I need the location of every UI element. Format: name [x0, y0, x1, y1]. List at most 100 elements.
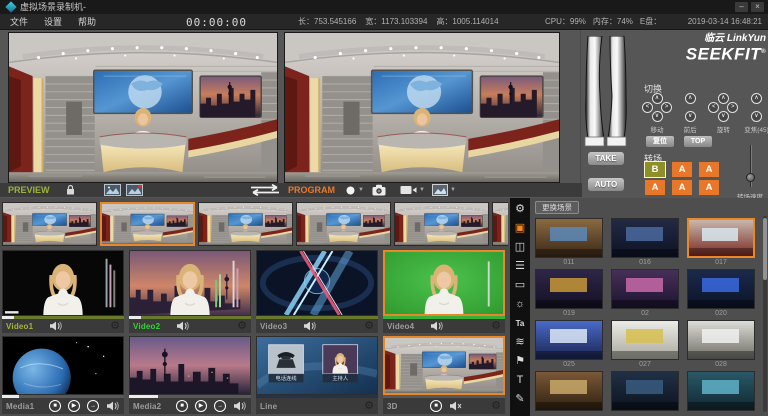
- pen-icon[interactable]: ✎: [510, 390, 530, 409]
- light-icon[interactable]: ☼: [510, 295, 530, 314]
- transition-button-3[interactable]: A: [699, 162, 719, 177]
- close-button[interactable]: ×: [751, 2, 764, 12]
- source-video-Media1[interactable]: [2, 336, 124, 395]
- subtitle-icon[interactable]: Ta: [510, 314, 530, 333]
- minimize-button[interactable]: –: [735, 2, 748, 12]
- scene-thumbnail[interactable]: [535, 371, 603, 411]
- source-tile-3D[interactable]: 3D ■ ⚙: [383, 336, 505, 414]
- scene-strip-thumb-4[interactable]: [296, 202, 391, 246]
- scene-item-025[interactable]: 025: [535, 320, 603, 369]
- scene-thumbnail[interactable]: [687, 218, 755, 258]
- flag-icon[interactable]: ⚑: [510, 352, 530, 371]
- menu-file[interactable]: 文件: [10, 14, 28, 30]
- scrollbar-thumb[interactable]: [763, 218, 767, 280]
- scene-item-028[interactable]: 028: [687, 320, 755, 369]
- seek-bar[interactable]: [2, 395, 124, 398]
- scene-item-020[interactable]: 020: [687, 269, 755, 318]
- scene-strip-thumb-1[interactable]: [2, 202, 97, 246]
- transition-speed-slider[interactable]: [746, 145, 755, 187]
- multiview-icon[interactable]: ◫: [510, 238, 530, 257]
- scene-scrollbar[interactable]: [763, 216, 767, 412]
- scene-strip-thumb-6[interactable]: [492, 202, 508, 246]
- mute-icon[interactable]: [449, 401, 462, 411]
- dpad-4-up-button[interactable]: ∧: [751, 93, 762, 104]
- speaker-icon[interactable]: [106, 401, 119, 411]
- gear-icon[interactable]: ⚙: [491, 400, 501, 412]
- picture-icon[interactable]: [432, 184, 448, 196]
- speaker-icon[interactable]: [233, 401, 246, 411]
- slider-knob[interactable]: [746, 173, 755, 182]
- top-button[interactable]: TOP: [684, 136, 712, 147]
- scene-thumbnail[interactable]: [535, 218, 603, 258]
- dpad-2-down-button[interactable]: ∨: [685, 111, 696, 122]
- scene-item-02[interactable]: 02: [611, 269, 679, 318]
- source-tile-Video2[interactable]: Video2 ⚙: [129, 250, 251, 333]
- scene-thumbnail[interactable]: [535, 320, 603, 360]
- dpad-3-up-button[interactable]: ∧: [718, 93, 729, 104]
- source-tile-Video4[interactable]: Video4 ⚙: [383, 250, 505, 333]
- swap-icon[interactable]: [246, 184, 284, 196]
- scene-strip-thumb-5[interactable]: [394, 202, 489, 246]
- dpad-3-right-button[interactable]: >: [727, 102, 738, 113]
- layers-icon[interactable]: ≋: [510, 333, 530, 352]
- scene-thumbnail[interactable]: [535, 269, 603, 309]
- source-video-3D[interactable]: [383, 336, 505, 395]
- speaker-icon[interactable]: [49, 321, 62, 331]
- source-tile-Video3[interactable]: Video3 ⚙: [256, 250, 378, 333]
- dpad-1-right-button[interactable]: >: [661, 102, 672, 113]
- scene-thumbnail[interactable]: [611, 269, 679, 309]
- gear-icon[interactable]: ⚙: [491, 320, 501, 332]
- lock-icon[interactable]: [66, 184, 75, 196]
- save-icon[interactable]: ▣: [510, 219, 530, 238]
- gear-icon[interactable]: ⚙: [110, 320, 120, 332]
- source-video-Video2[interactable]: [129, 250, 251, 316]
- dpad-1-left-button[interactable]: <: [642, 102, 653, 113]
- source-tile-Media2[interactable]: Media2 ■▶→: [129, 336, 251, 414]
- loop-button[interactable]: →: [214, 400, 226, 412]
- dpad-3-down-button[interactable]: ∨: [718, 111, 729, 122]
- scene-item-r4-9[interactable]: [535, 371, 603, 416]
- snapshot-live-icon[interactable]: [126, 184, 143, 196]
- scene-thumbnail[interactable]: [687, 269, 755, 309]
- snapshot-icon[interactable]: [104, 184, 121, 196]
- menu-help[interactable]: 帮助: [78, 14, 96, 30]
- picture-caret-icon[interactable]: ▼: [450, 187, 456, 193]
- stop-button[interactable]: ■: [430, 400, 442, 412]
- source-tile-Video1[interactable]: Video1 ⚙: [2, 250, 124, 333]
- transition-button-2[interactable]: A: [672, 162, 692, 177]
- scene-item-017[interactable]: 017: [687, 218, 755, 267]
- scene-thumbnail[interactable]: [687, 371, 755, 411]
- source-video-Line[interactable]: 电话连线 主持人: [256, 336, 378, 395]
- source-tile-Media1[interactable]: Media1 ■▶→: [2, 336, 124, 414]
- take-button[interactable]: TAKE: [588, 152, 624, 165]
- auto-button[interactable]: AUTO: [588, 178, 624, 191]
- gear-icon[interactable]: ⚙: [364, 320, 374, 332]
- scene-item-r4-10[interactable]: [611, 371, 679, 416]
- record-icon[interactable]: [346, 186, 356, 195]
- scene-item-r4-11[interactable]: [687, 371, 755, 416]
- transition-button-1[interactable]: B: [645, 162, 665, 177]
- dpad-1-up-button[interactable]: ∧: [652, 93, 663, 104]
- scene-strip-thumb-2[interactable]: [100, 202, 195, 246]
- seek-bar[interactable]: [256, 395, 378, 398]
- gear-icon[interactable]: ⚙: [237, 320, 247, 332]
- seek-bar[interactable]: [383, 395, 505, 398]
- scene-item-019[interactable]: 019: [535, 269, 603, 318]
- scene-thumbnail[interactable]: [611, 218, 679, 258]
- seek-bar[interactable]: [383, 316, 505, 319]
- scene-thumbnail[interactable]: [687, 320, 755, 360]
- transition-button-4[interactable]: A: [645, 180, 665, 195]
- loop-button[interactable]: →: [87, 400, 99, 412]
- stream-icon[interactable]: [400, 185, 417, 195]
- tab-change-scene[interactable]: 更换场景: [535, 201, 579, 214]
- text-icon[interactable]: T: [510, 371, 530, 390]
- scene-thumbnail[interactable]: [611, 371, 679, 411]
- reset-button[interactable]: 复位: [646, 136, 674, 147]
- record-caret-icon[interactable]: ▼: [358, 187, 364, 193]
- scene-thumbnail[interactable]: [611, 320, 679, 360]
- camera-icon[interactable]: [372, 184, 386, 196]
- dpad-2-up-button[interactable]: ∧: [685, 93, 696, 104]
- gear-icon[interactable]: ⚙: [364, 400, 374, 412]
- dpad-4-down-button[interactable]: ∨: [751, 111, 762, 122]
- speaker-icon[interactable]: [176, 321, 189, 331]
